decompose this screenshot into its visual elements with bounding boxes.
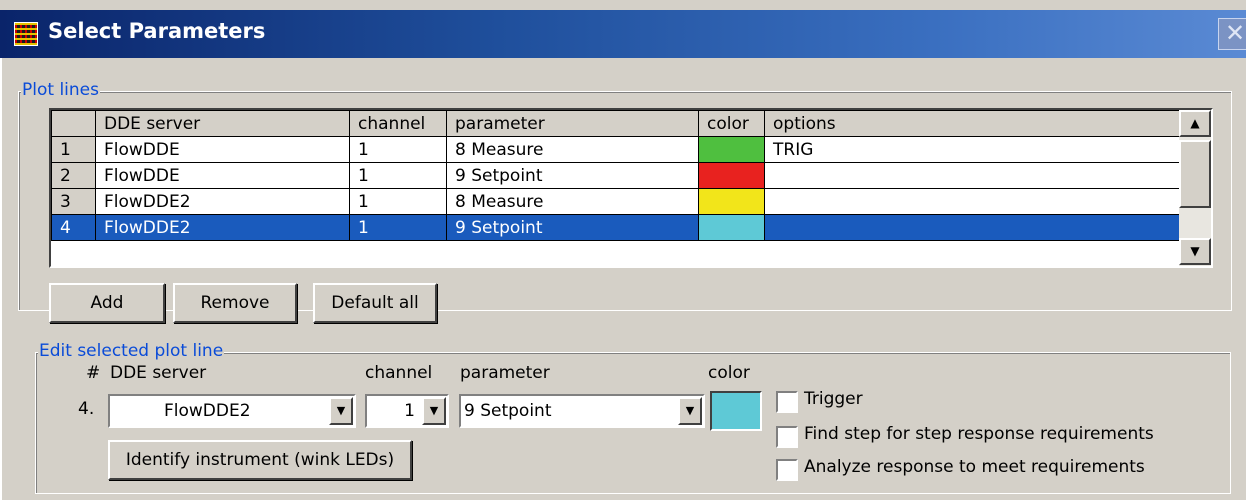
color-swatch [699,163,764,188]
cell-parameter[interactable]: 8 Measure [446,136,699,163]
trigger-label[interactable]: Trigger [804,389,863,409]
cell-color[interactable] [698,136,765,163]
analyze-response-checkbox[interactable] [776,459,798,481]
column-header-options[interactable]: options [764,110,1182,137]
cell-options[interactable] [764,188,1182,215]
channel-dropdown[interactable]: 1 ▼ [365,394,449,428]
channel-dropdown-arrow[interactable]: ▼ [422,397,446,425]
scroll-thumb[interactable] [1179,140,1211,208]
cell-dde-server[interactable]: FlowDDE [95,162,350,189]
column-header-dde-server[interactable]: DDE server [95,110,350,137]
find-step-label[interactable]: Find step for step response requirements [804,424,1154,444]
cell-parameter[interactable]: 9 Setpoint [446,162,699,189]
column-header-parameter[interactable]: parameter [446,110,699,137]
cell-parameter[interactable]: 8 Measure [446,188,699,215]
color-swatch [699,137,764,162]
cell-color[interactable] [698,188,765,215]
cell-color[interactable] [698,162,765,189]
dde-server-value: FlowDDE2 [164,401,251,421]
cell-parameter[interactable]: 9 Setpoint [446,214,699,241]
cell-options[interactable] [764,214,1182,241]
row-number: 3 [51,188,96,215]
header-color: color [708,363,750,383]
cell-options[interactable]: TRIG [764,136,1182,163]
table-row[interactable]: 1 FlowDDE 1 8 Measure TRIG [51,136,1182,163]
remove-button[interactable]: Remove [173,283,297,323]
column-header [51,110,96,137]
header-dde-server: DDE server [110,363,207,383]
column-header-channel[interactable]: channel [349,110,447,137]
header-parameter: parameter [460,363,550,383]
cell-options[interactable] [764,162,1182,189]
color-swatch [699,189,764,214]
color-picker[interactable] [710,391,762,431]
table-row[interactable]: 2 FlowDDE 1 9 Setpoint [51,162,1182,189]
default-all-button[interactable]: Default all [313,283,437,323]
plot-grid-icon [14,22,38,46]
plot-lines-table: DDE server channel parameter color optio… [49,108,1213,268]
header-number: # [86,363,101,383]
add-button[interactable]: Add [49,283,165,323]
window-title: Select Parameters [48,19,266,43]
channel-value: 1 [404,401,415,421]
row-number: 1 [51,136,96,163]
parameter-value: 9 Setpoint [464,401,552,421]
cell-dde-server[interactable]: FlowDDE [95,136,350,163]
edit-plot-line-legend: Edit selected plot line [38,341,225,361]
title-bar: Select Parameters ✕ [0,10,1246,58]
analyze-response-label[interactable]: Analyze response to meet requirements [804,457,1145,477]
column-header-color[interactable]: color [698,110,765,137]
cell-dde-server[interactable]: FlowDDE2 [95,214,350,241]
parameter-dropdown[interactable]: 9 Setpoint ▼ [459,394,705,428]
color-swatch [699,215,764,240]
table-header-row: DDE server channel parameter color optio… [51,110,1182,137]
cell-channel[interactable]: 1 [349,162,447,189]
identify-instrument-button[interactable]: Identify instrument (wink LEDs) [108,440,412,480]
selected-row-number: 4. [78,399,95,419]
row-number: 2 [51,162,96,189]
cell-channel[interactable]: 1 [349,188,447,215]
header-channel: channel [365,363,433,383]
table-row[interactable]: 3 FlowDDE2 1 8 Measure [51,188,1182,215]
cell-dde-server[interactable]: FlowDDE2 [95,188,350,215]
table-row-selected[interactable]: 4 FlowDDE2 1 9 Setpoint [51,214,1182,241]
find-step-checkbox[interactable] [776,426,798,448]
close-button[interactable]: ✕ [1218,18,1246,50]
row-number: 4 [51,214,96,241]
dde-server-dropdown[interactable]: FlowDDE2 ▼ [108,394,356,428]
dde-server-dropdown-arrow[interactable]: ▼ [329,397,353,425]
table-scrollbar[interactable]: ▲ ▼ [1179,110,1211,266]
scroll-up-button[interactable]: ▲ [1179,110,1211,137]
cell-channel[interactable]: 1 [349,136,447,163]
parameter-dropdown-arrow[interactable]: ▼ [678,397,702,425]
cell-channel[interactable]: 1 [349,214,447,241]
scroll-down-button[interactable]: ▼ [1179,238,1211,265]
trigger-checkbox[interactable] [776,391,798,413]
plot-lines-legend: Plot lines [21,80,100,100]
cell-color[interactable] [698,214,765,241]
